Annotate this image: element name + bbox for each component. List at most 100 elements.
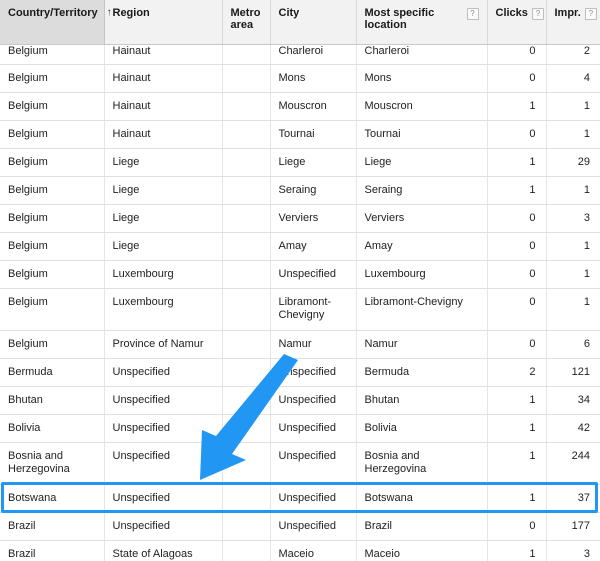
cell-region: State of Alagoas	[104, 540, 223, 561]
cell-metro	[222, 92, 271, 121]
cell-metro	[222, 358, 271, 387]
column-header-city[interactable]: City	[270, 0, 357, 45]
cell-region: Unspecified	[104, 414, 223, 443]
table-row[interactable]: Belgium Luxembourg Unspecified Luxembourg 0 1	[0, 260, 600, 289]
cell-country: Bosnia and Herzegovina	[0, 442, 105, 485]
cell-impr: 1	[546, 120, 600, 149]
cell-metro	[222, 540, 271, 561]
column-header-label: Impr.	[554, 7, 581, 19]
cell-city: Charleroi	[270, 44, 357, 65]
column-header-metro[interactable]: Metro area	[222, 0, 271, 45]
cell-clicks: 0	[487, 512, 547, 541]
cell-country: Belgium	[0, 288, 105, 331]
column-header-clicks[interactable]: Clicks?	[487, 0, 547, 45]
column-header-label: Metro area	[230, 7, 261, 31]
cell-location: Seraing	[356, 176, 488, 205]
cell-city: Namur	[270, 330, 357, 359]
cell-location: Verviers	[356, 204, 488, 233]
column-header-location[interactable]: Most specific location?	[356, 0, 488, 45]
cell-clicks: 0	[487, 260, 547, 289]
help-icon[interactable]: ?	[466, 8, 479, 20]
column-header-inner: City	[279, 7, 348, 19]
column-header-inner: Country/Territory ↑	[8, 7, 112, 19]
table-row[interactable]: Belgium Liege Amay Amay 0 1	[0, 232, 600, 261]
cell-clicks: 0	[487, 120, 547, 149]
table-row[interactable]: Botswana Unspecified Unspecified Botswana 1 3…	[0, 484, 600, 513]
cell-city: Unspecified	[270, 260, 357, 289]
table-row[interactable]: Belgium Hainaut Charleroi Charleroi 0 2	[0, 44, 600, 65]
cell-city: Unspecified	[270, 442, 357, 485]
cell-clicks: 0	[487, 330, 547, 359]
cell-location: Amay	[356, 232, 488, 261]
cell-region: Hainaut	[104, 64, 223, 93]
cell-impr: 1	[546, 232, 600, 261]
table-row[interactable]: Bhutan Unspecified Unspecified Bhutan 1 34	[0, 386, 600, 415]
table-row[interactable]: Belgium Province of Namur Namur Namur 0 6	[0, 330, 600, 359]
table-row[interactable]: Bolivia Unspecified Unspecified Bolivia 1 42	[0, 414, 600, 443]
cell-clicks: 0	[487, 44, 547, 65]
cell-city: Unspecified	[270, 484, 357, 513]
cell-location: Luxembourg	[356, 260, 488, 289]
cell-metro	[222, 330, 271, 359]
cell-city: Unspecified	[270, 358, 357, 387]
cell-metro	[222, 204, 271, 233]
cell-location: Bhutan	[356, 386, 488, 415]
cell-country: Belgium	[0, 148, 105, 177]
table-row[interactable]: Brazil Unspecified Unspecified Brazil 0 177	[0, 512, 600, 541]
column-header-country[interactable]: Country/Territory ↑	[0, 0, 112, 45]
cell-city: Liege	[270, 148, 357, 177]
geo-performance-table: Country/Territory ↑ Region Metro area City Mo…	[0, 0, 600, 561]
cell-country: Belgium	[0, 232, 105, 261]
help-icon[interactable]: ?	[531, 8, 544, 20]
cell-region: Unspecified	[104, 386, 223, 415]
cell-region: Liege	[104, 176, 223, 205]
column-header-region[interactable]: Region	[104, 0, 223, 45]
cell-clicks: 1	[487, 540, 547, 561]
table-row[interactable]: Brazil State of Alagoas Maceio Maceio 1 3	[0, 540, 600, 561]
table-row[interactable]: Belgium Liege Verviers Verviers 0 3	[0, 204, 600, 233]
table-row[interactable]: Belgium Luxembourg Libramont-Chevigny Libra…	[0, 288, 600, 331]
column-header-inner: Impr.?	[554, 7, 597, 20]
table-row[interactable]: Belgium Liege Seraing Seraing 1 1	[0, 176, 600, 205]
table-row[interactable]: Belgium Hainaut Mons Mons 0 4	[0, 64, 600, 93]
cell-location: Botswana	[356, 484, 488, 513]
cell-location: Libramont-Chevigny	[356, 288, 488, 331]
column-header-impr[interactable]: Impr.?	[546, 0, 600, 45]
cell-country: Botswana	[0, 484, 105, 513]
cell-city: Amay	[270, 232, 357, 261]
sort-ascending-icon[interactable]: ↑	[107, 7, 112, 19]
cell-region: Hainaut	[104, 92, 223, 121]
table-body: Belgium Hainaut Charleroi Charleroi 0 2 Belgiu…	[0, 44, 600, 561]
column-header-label: Region	[112, 7, 150, 19]
cell-region: Hainaut	[104, 120, 223, 149]
column-header-inner: Region	[113, 7, 214, 19]
cell-location: Charleroi	[356, 44, 488, 65]
cell-city: Tournai	[270, 120, 357, 149]
cell-location: Bolivia	[356, 414, 488, 443]
column-header-label: Clicks	[495, 7, 528, 19]
table-row[interactable]: Belgium Liege Liege Liege 1 29	[0, 148, 600, 177]
cell-metro	[222, 232, 271, 261]
cell-clicks: 0	[487, 204, 547, 233]
table-row[interactable]: Bermuda Unspecified Unspecified Bermuda 2 121	[0, 358, 600, 387]
cell-clicks: 2	[487, 358, 547, 387]
table-row[interactable]: Belgium Hainaut Mouscron Mouscron 1 1	[0, 92, 600, 121]
cell-country: Bolivia	[0, 414, 105, 443]
cell-metro	[222, 288, 271, 331]
cell-city: Maceio	[270, 540, 357, 561]
cell-country: Bermuda	[0, 358, 105, 387]
cell-clicks: 1	[487, 414, 547, 443]
column-header-label: City	[278, 7, 300, 19]
cell-location: Namur	[356, 330, 488, 359]
cell-location: Bosnia and Herzegovina	[356, 442, 488, 485]
cell-region: Luxembourg	[104, 260, 223, 289]
help-icon[interactable]: ?	[584, 8, 597, 20]
cell-impr: 34	[546, 386, 600, 415]
table-row[interactable]: Belgium Hainaut Tournai Tournai 0 1	[0, 120, 600, 149]
cell-metro	[222, 484, 271, 513]
cell-impr: 2	[546, 44, 600, 65]
table-row[interactable]: Bosnia and Herzegovina Unspecified Unspeci…	[0, 442, 600, 485]
cell-impr: 1	[546, 260, 600, 289]
cell-metro	[222, 64, 271, 93]
cell-impr: 244	[546, 442, 600, 485]
